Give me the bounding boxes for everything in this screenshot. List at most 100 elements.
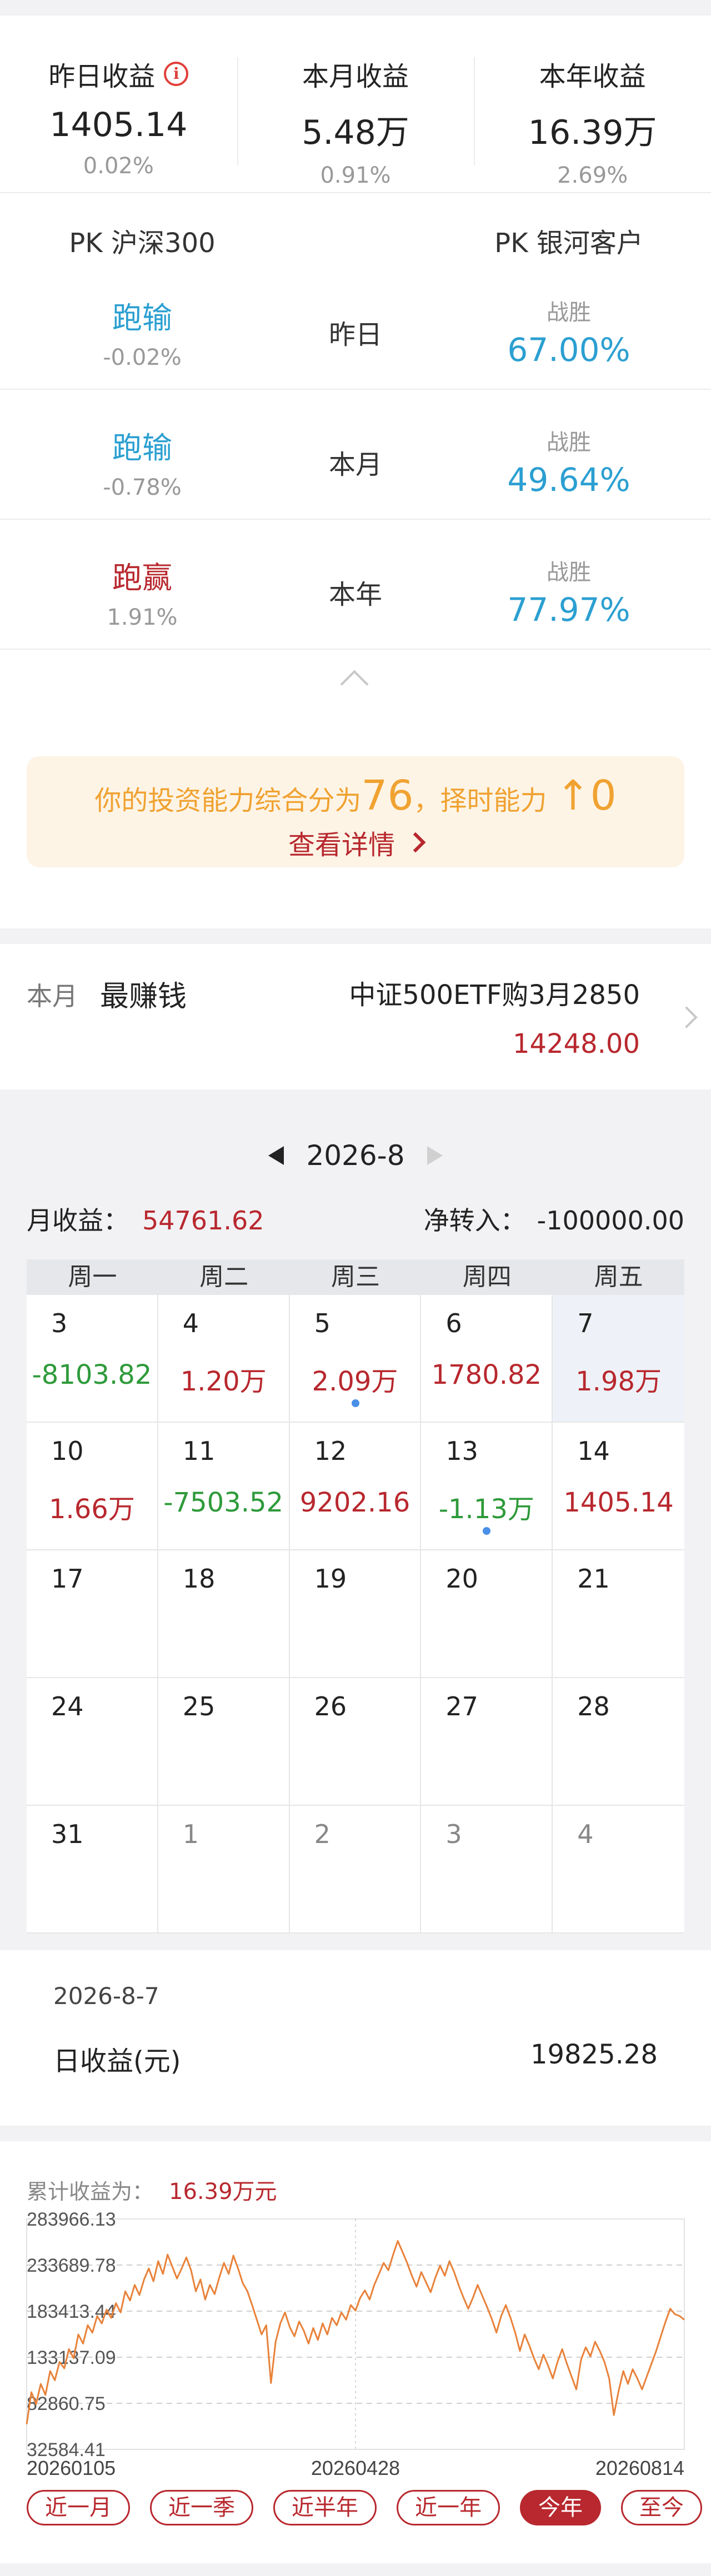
pk-benchmark: 跑赢 1.91%	[0, 553, 284, 630]
calendar-day-cell[interactable]: 17	[27, 1550, 158, 1678]
period-tab[interactable]: 至今	[621, 2490, 702, 2525]
calendar-day-cell[interactable]: 2	[289, 1806, 422, 1934]
view-details-label: 查看详情	[288, 830, 395, 861]
view-details-link[interactable]: 查看详情	[288, 823, 426, 862]
chevron-up-icon[interactable]	[340, 670, 369, 699]
ability-line: 你的投资能力综合分为 76 ，择时能力 ↑ 0	[27, 772, 684, 820]
calendar-day-cell[interactable]: 27	[421, 1678, 553, 1806]
pk-row-month[interactable]: 跑输 -0.78% 本月 战胜 49.64%	[0, 390, 711, 520]
pk-diff: -0.78%	[103, 475, 182, 500]
calendar-day-cell[interactable]: 21	[553, 1550, 684, 1678]
income-summary-card: 昨日收益 i 1405.14 0.02% 本月收益 5.48万 0.91% 本年…	[0, 16, 711, 928]
pk-win: 战胜 49.64%	[427, 424, 711, 499]
calendar-day-cell[interactable]: 20	[421, 1550, 553, 1678]
calendar-day-number: 7	[577, 1308, 594, 1338]
period-tab[interactable]: 近一月	[27, 2490, 130, 2525]
period-tab[interactable]: 近半年	[273, 2490, 377, 2525]
month-income-summary: 月收益： 54761.62	[27, 1201, 264, 1237]
calendar-day-number: 28	[577, 1691, 610, 1721]
calendar-day-cell[interactable]: 3	[421, 1806, 553, 1934]
calendar-day-cell[interactable]: 4	[553, 1806, 684, 1934]
pk-period: 本年	[328, 579, 382, 610]
ability-score: 76	[361, 772, 414, 820]
calendar-day-cell[interactable]: 31	[27, 1806, 158, 1934]
calendar-day-cell[interactable]: 28	[553, 1678, 684, 1806]
calendar-day-number: 4	[577, 1819, 594, 1849]
y-tick-label: 133137.09	[27, 2347, 116, 2368]
calendar-day-number: 24	[51, 1691, 84, 1721]
calendar-day-cell[interactable]: 13 -1.13万	[421, 1423, 553, 1550]
calendar-day-number: 5	[314, 1308, 331, 1338]
calendar-day-number: 4	[182, 1308, 199, 1338]
period-tab[interactable]: 近一季	[150, 2490, 253, 2525]
pk-row-yesterday[interactable]: 跑输 -0.02% 昨日 战胜 67.00%	[0, 260, 711, 390]
weekday-label: 周一	[68, 1263, 117, 1291]
calendar-day-cell[interactable]: 12 9202.16	[289, 1423, 422, 1550]
calendar-day-cell[interactable]: 18	[158, 1550, 290, 1678]
year-income[interactable]: 本年收益 16.39万 2.69%	[474, 16, 711, 192]
calendar-day-cell[interactable]: 25	[158, 1678, 290, 1806]
calendar-day-cell[interactable]: 1	[158, 1806, 290, 1934]
best-period: 本月	[27, 981, 78, 1011]
calendar-day-cell[interactable]: 14 1405.14	[553, 1423, 684, 1550]
calendar-day-cell[interactable]: 26	[289, 1678, 422, 1806]
calendar-day-number: 26	[314, 1691, 347, 1721]
cumulative-chart[interactable]: 283966.13233689.78183413.44133137.098286…	[0, 2208, 711, 2485]
month-income[interactable]: 本月收益 5.48万 0.91%	[237, 16, 474, 192]
pk-result: 跑赢	[112, 560, 172, 595]
best-earner-card[interactable]: 本月 最赚钱 中证500ETF购3月2850 14248.00	[0, 944, 711, 1089]
ability-banner[interactable]: 你的投资能力综合分为 76 ，择时能力 ↑ 0 查看详情	[27, 756, 684, 867]
calendar-day-income: 1.98万	[575, 1366, 662, 1397]
x-tick-label: 20260814	[595, 2457, 684, 2479]
calendar-day-cell[interactable]: 10 1.66万	[27, 1423, 158, 1550]
x-tick-label: 20260428	[311, 2457, 400, 2479]
current-month: 2026-8	[306, 1139, 405, 1172]
period-tab[interactable]: 今年	[520, 2490, 601, 2525]
calendar-day-cell[interactable]: 7 1.98万	[553, 1295, 684, 1423]
calendar-day-number: 10	[51, 1436, 84, 1466]
x-tick-label: 20260105	[27, 2457, 116, 2479]
pk-row-year[interactable]: 跑赢 1.91% 本年 战胜 77.97%	[0, 520, 711, 650]
pk-hs300-header: PK 沪深300	[69, 228, 216, 259]
pk-win: 战胜 67.00%	[427, 294, 711, 369]
calendar-day-number: 18	[182, 1564, 216, 1594]
calendar-day-cell[interactable]: 19	[289, 1550, 422, 1678]
trade-dot-icon	[483, 1527, 491, 1535]
net-transfer-label: 净转入：	[423, 1206, 526, 1236]
calendar-day-cell[interactable]: 3 -8103.82	[27, 1295, 158, 1423]
pk-clients-header: PK 银河客户	[494, 228, 643, 259]
calendar-day-number: 12	[314, 1436, 347, 1466]
divider	[0, 192, 711, 193]
calendar-day-cell[interactable]: 11 -7503.52	[158, 1423, 290, 1550]
prev-month-icon[interactable]	[268, 1146, 284, 1165]
calendar-day-number: 19	[314, 1564, 347, 1594]
info-icon[interactable]: i	[164, 62, 189, 86]
pk-win-label: 战胜	[547, 430, 591, 455]
daily-income-label: 日收益(元)	[53, 2046, 181, 2077]
yesterday-income[interactable]: 昨日收益 i 1405.14 0.02%	[0, 16, 237, 192]
best-security-name: 中证500ETF购3月2850	[349, 980, 640, 1011]
calendar-day-cell[interactable]: 5 2.09万	[289, 1295, 422, 1423]
calendar-day-income: 1.20万	[180, 1366, 267, 1397]
year-income-title: 本年收益	[539, 61, 646, 92]
period-tab[interactable]: 近一年	[397, 2490, 500, 2525]
weekday-label: 周二	[199, 1263, 249, 1291]
calendar-day-cell[interactable]: 6 1780.82	[421, 1295, 553, 1423]
calendar-day-income: 2.09万	[312, 1366, 398, 1397]
calendar-day-cell[interactable]: 4 1.20万	[158, 1295, 290, 1423]
calendar-day-income: -7503.52	[163, 1487, 284, 1518]
timing-score: 0	[590, 772, 617, 820]
calendar-day-cell[interactable]: 24	[27, 1678, 158, 1806]
calendar-day-number: 11	[182, 1436, 216, 1466]
calendar-day-number: 3	[51, 1308, 68, 1338]
next-month-icon[interactable]	[427, 1146, 443, 1165]
daily-income-value: 19825.28	[530, 2039, 658, 2070]
chevron-right-icon[interactable]	[675, 1006, 698, 1028]
yesterday-income-title: 昨日收益	[48, 61, 156, 92]
pk-benchmark: 跑输 -0.02%	[0, 293, 284, 370]
net-transfer-amount: -100000.00	[537, 1206, 684, 1236]
trade-dot-icon	[351, 1399, 359, 1407]
month-income-label: 月收益：	[27, 1206, 129, 1236]
pk-benchmark: 跑输 -0.78%	[0, 423, 284, 500]
calendar-day-number: 25	[182, 1691, 216, 1721]
